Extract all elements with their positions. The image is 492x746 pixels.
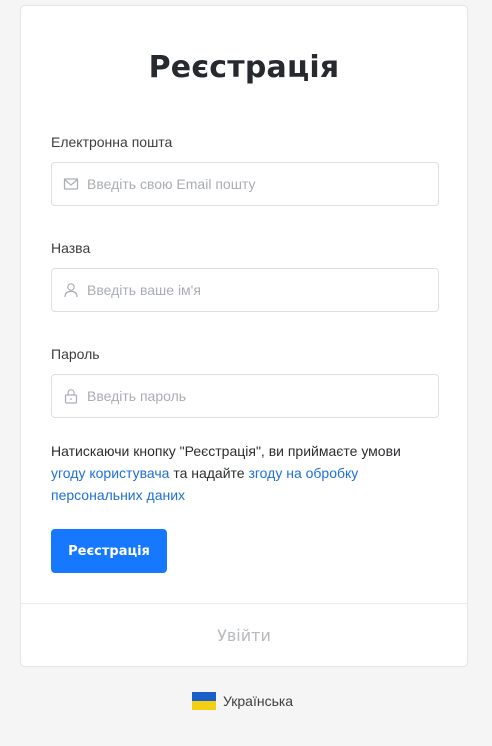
language-label: Українська	[223, 693, 294, 709]
consent-text: Натискаючи кнопку "Реєстрація", ви прийм…	[51, 440, 446, 506]
registration-card: Реєстрація Електронна пошта Назва Пароль…	[20, 5, 468, 667]
ukraine-flag-icon	[192, 692, 216, 710]
email-label: Електронна пошта	[51, 134, 173, 150]
register-button[interactable]: Реєстрація	[51, 529, 167, 573]
consent-prefix: Натискаючи кнопку "Реєстрація", ви прийм…	[51, 443, 401, 459]
user-icon	[64, 283, 78, 298]
divider	[21, 603, 467, 604]
consent-middle: та надайте	[173, 465, 245, 481]
name-input[interactable]	[87, 269, 427, 311]
name-field-wrapper[interactable]	[51, 268, 439, 312]
password-input[interactable]	[87, 375, 427, 417]
envelope-icon	[63, 178, 79, 190]
password-field-wrapper[interactable]	[51, 374, 439, 418]
email-field-wrapper[interactable]	[51, 162, 439, 206]
terms-link[interactable]: угоду користувача	[51, 465, 169, 481]
email-input[interactable]	[87, 163, 427, 205]
password-label: Пароль	[51, 346, 100, 362]
page-title: Реєстрація	[148, 50, 340, 85]
login-link[interactable]: Увійти	[21, 626, 467, 645]
language-selector[interactable]: Українська	[192, 692, 293, 710]
name-label: Назва	[51, 240, 91, 256]
lock-icon	[64, 389, 78, 404]
